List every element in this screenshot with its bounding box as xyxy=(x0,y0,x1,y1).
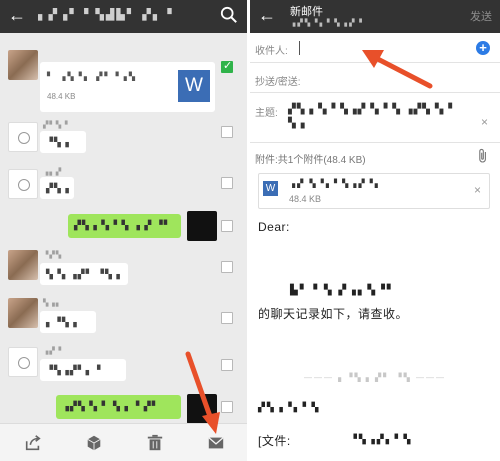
message-bubble: ▗▞▚▝▖▘ ▚▗ ▝ ▞▘ xyxy=(56,395,181,419)
compose-email-pane: ← 新邮件 ▗▞▚▝▖▘▚▗▞▝ 发送 收件人: + 抄送/密送: 主题: × … xyxy=(250,0,500,461)
subject-value: ▞▚▗▝▖▘▚▗▞▝▖▘▚ ▗▞▚▝▖▘ ▚▗ xyxy=(288,104,457,129)
selection-toolbar xyxy=(0,423,247,461)
message-checkbox[interactable] xyxy=(221,312,233,324)
message-bubble: ▝▚▗ xyxy=(40,131,86,153)
avatar xyxy=(8,298,38,328)
sender-name: ▚▗▖ xyxy=(43,300,63,307)
message-row[interactable]: ▞▘▚▝ ▝▚▗ xyxy=(0,118,247,163)
body-greeting[interactable]: Dear: xyxy=(258,220,290,234)
message-bubble: ▚▝▖▗▞▘ ▝▚▗ xyxy=(40,263,128,285)
subject-label: 主题: xyxy=(255,108,278,119)
message-row[interactable]: ▗▖▞ ▞▚▗ xyxy=(0,165,247,205)
add-recipient-icon[interactable]: + xyxy=(476,41,490,55)
body-blurred-line: ▞▚▗▝▖▘▚ xyxy=(258,402,321,412)
share-icon[interactable] xyxy=(24,434,42,452)
paperclip-icon[interactable] xyxy=(476,148,490,164)
message-bubble: ▖▝▚▗ xyxy=(40,311,96,333)
message-checkbox[interactable] xyxy=(221,401,233,413)
sender-name: ▗▖▞ xyxy=(43,169,63,176)
sender-name: ▝▞▚ xyxy=(43,252,63,259)
sender-name: ▗▞▝ xyxy=(43,348,63,355)
attachment-card[interactable]: W ▗▞ ▚▝▖▘▚▗▞▝▖ 48.4 KB × xyxy=(258,173,490,209)
body-date-divider: ——— ▖▝▚▗ ▞▘ ▝▚ ——— xyxy=(303,373,447,382)
body-file-prefix: [文件: xyxy=(258,434,291,448)
body-chat-record-line: 的聊天记录如下，请查收。 xyxy=(258,307,409,321)
avatar xyxy=(8,347,38,377)
avatar xyxy=(8,122,38,152)
avatar xyxy=(8,50,38,80)
to-field[interactable]: 收件人: + xyxy=(250,33,500,63)
account-address: ▗▞▚▝▖▘▚▗▞▝ xyxy=(290,20,364,27)
clear-subject-icon[interactable]: × xyxy=(481,115,488,129)
send-button[interactable]: 发送 xyxy=(470,8,492,24)
text-cursor xyxy=(299,41,300,55)
avatar xyxy=(187,394,217,424)
trash-icon[interactable] xyxy=(146,434,164,452)
file-message-row[interactable]: ▘ ▗▚▝▖ ▞▘▝▗▚ 48.4 KB W xyxy=(0,50,247,120)
message-checkbox[interactable] xyxy=(221,220,233,232)
message-row[interactable]: ▚▗▖ ▖▝▚▗ xyxy=(0,298,247,343)
message-checkbox-checked[interactable] xyxy=(221,59,233,73)
box-icon[interactable] xyxy=(85,434,103,452)
avatar xyxy=(8,169,38,199)
attachment-summary: 附件:共1个附件(48.4 KB) xyxy=(255,155,366,166)
remove-attachment-icon[interactable]: × xyxy=(474,183,481,197)
message-checkbox[interactable] xyxy=(221,126,233,138)
compose-title: 新邮件 xyxy=(290,6,323,18)
chat-selection-pane: ← ▖▞▗▘▝ ▚▟▙▘ ▞▖▝ ▘ ▗▚▝▖ ▞▘▝▗▚ 48.4 KB W … xyxy=(0,0,247,461)
back-arrow-icon[interactable]: ← xyxy=(258,5,276,26)
attachment-size: 48.4 KB xyxy=(289,194,322,204)
message-bubble: ▞▚▗ xyxy=(40,177,74,199)
message-row[interactable]: ▗▞▝ ▝▚▗▞▘▖▝ xyxy=(0,347,247,387)
chat-title: ▖▞▗▘▝ ▚▟▙▘ ▞▖▝ xyxy=(38,9,174,21)
message-checkbox[interactable] xyxy=(221,261,233,273)
message-checkbox[interactable] xyxy=(221,359,233,371)
screenshot-root: ← ▖▞▗▘▝ ▚▟▙▘ ▞▖▝ ▘ ▗▚▝▖ ▞▘▝▗▚ 48.4 KB W … xyxy=(0,0,500,461)
search-icon[interactable] xyxy=(220,6,238,24)
body-file-name: ▝▚▗▞▖▘▚ xyxy=(350,434,413,444)
back-arrow-icon[interactable]: ← xyxy=(8,5,26,26)
chat-header: ← ▖▞▗▘▝ ▚▟▙▘ ▞▖▝ xyxy=(0,0,247,33)
to-label: 收件人: xyxy=(255,46,288,57)
avatar xyxy=(8,250,38,280)
mail-icon[interactable] xyxy=(207,434,225,452)
file-size: 48.4 KB xyxy=(47,92,76,101)
body-blurred-line: ▙▘▝ ▚ ▞▗▖▚▝▘ xyxy=(290,285,397,296)
cc-bcc-label: 抄送/密送: xyxy=(255,77,301,88)
message-bubble: ▞▚▗▝▖▘▚ ▗ ▞ ▝▘ xyxy=(68,214,181,238)
message-bubble: ▝▚▗▞▘▖▝ xyxy=(40,359,126,381)
sender-name: ▞▘▚▝ xyxy=(43,122,69,129)
message-checkbox[interactable] xyxy=(221,177,233,189)
file-name: ▘ ▗▚▝▖ ▞▘▝▗▚ xyxy=(47,72,137,81)
message-row[interactable]: ▗▞▚▝▖▘ ▚▗ ▝ ▞▘ xyxy=(0,394,247,424)
avatar xyxy=(187,211,217,241)
attachment-name: ▗▞ ▚▝▖▘▚▗▞▝▖ xyxy=(289,179,383,188)
cc-bcc-field[interactable]: 抄送/密送: xyxy=(250,63,500,93)
compose-header: ← 新邮件 ▗▞▚▝▖▘▚▗▞▝ 发送 xyxy=(250,0,500,33)
file-message-card[interactable]: ▘ ▗▚▝▖ ▞▘▝▗▚ 48.4 KB W xyxy=(40,62,215,112)
word-file-icon: W xyxy=(178,70,210,102)
message-row[interactable]: ▞▚▗▝▖▘▚ ▗ ▞ ▝▘ xyxy=(0,211,247,243)
message-row[interactable]: ▝▞▚ ▚▝▖▗▞▘ ▝▚▗ xyxy=(0,250,247,295)
word-file-icon: W xyxy=(263,181,278,196)
